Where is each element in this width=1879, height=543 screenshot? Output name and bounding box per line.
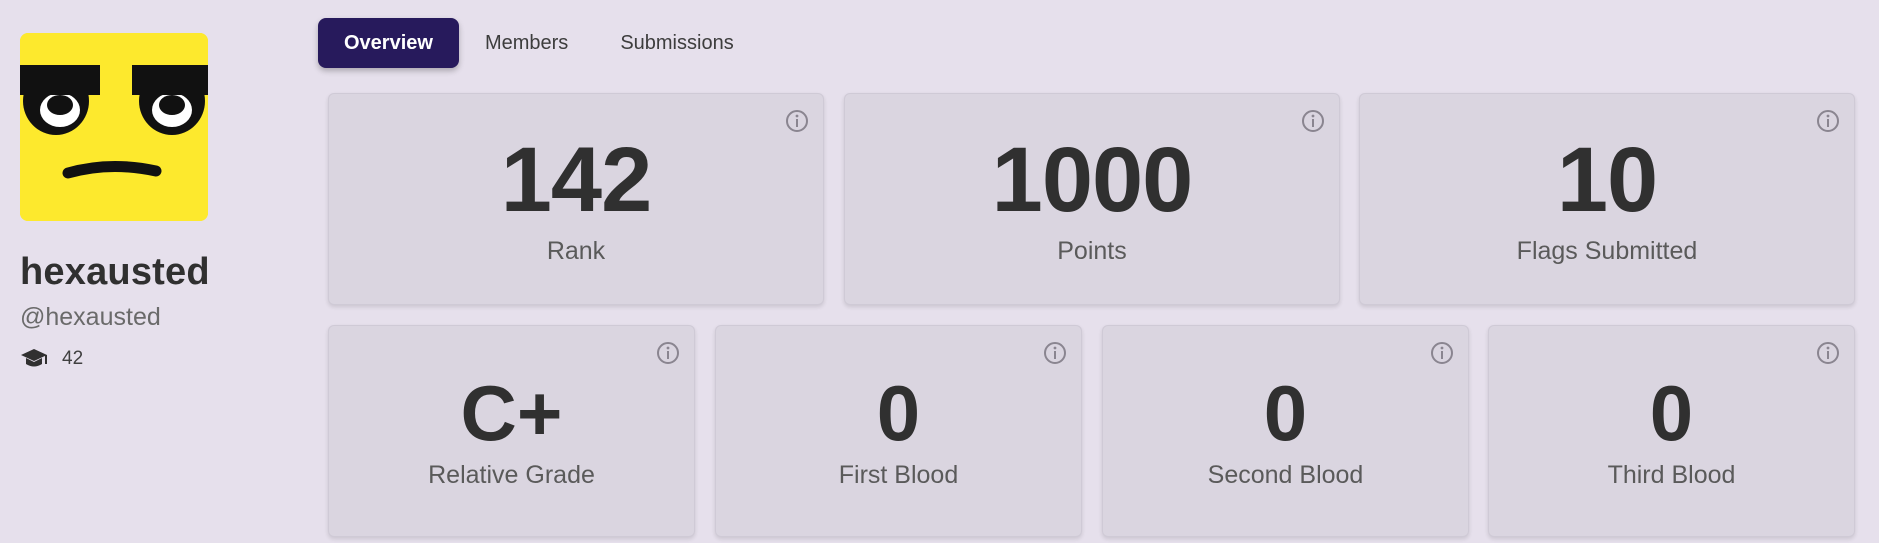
info-icon[interactable] xyxy=(1816,341,1840,365)
relative-grade-label: Relative Grade xyxy=(428,461,595,489)
profile-sidebar: hexausted @hexausted 42 xyxy=(20,33,300,370)
stat-card-rank: 142 Rank xyxy=(328,93,824,305)
second-blood-label: Second Blood xyxy=(1207,461,1364,489)
second-blood-value: 0 xyxy=(1263,369,1308,457)
tab-members[interactable]: Members xyxy=(459,18,594,68)
profile-tabs: Overview Members Submissions xyxy=(318,18,760,68)
info-icon[interactable] xyxy=(785,109,809,133)
unamused-face-icon xyxy=(20,33,208,221)
flags-submitted-value: 10 xyxy=(1556,129,1658,231)
points-value: 1000 xyxy=(991,129,1194,231)
tab-submissions[interactable]: Submissions xyxy=(594,18,759,68)
rank-label: Rank xyxy=(546,237,606,265)
relative-grade-value: C+ xyxy=(460,369,563,457)
team-name: hexausted xyxy=(20,251,210,293)
first-blood-value: 0 xyxy=(876,369,921,457)
first-blood-label: First Blood xyxy=(838,461,959,489)
info-icon[interactable] xyxy=(1043,341,1067,365)
stat-card-second-blood: 0 Second Blood xyxy=(1102,325,1469,537)
stat-card-points: 1000 Points xyxy=(844,93,1340,305)
rank-value: 142 xyxy=(500,129,653,231)
flags-submitted-label: Flags Submitted xyxy=(1516,237,1698,265)
info-icon[interactable] xyxy=(1301,109,1325,133)
stat-card-flags-submitted: 10 Flags Submitted xyxy=(1359,93,1855,305)
stat-card-relative-grade: C+ Relative Grade xyxy=(328,325,695,537)
team-avatar xyxy=(20,33,208,221)
member-count: 42 xyxy=(62,348,84,369)
info-icon[interactable] xyxy=(1816,109,1840,133)
stat-card-third-blood: 0 Third Blood xyxy=(1488,325,1855,537)
info-icon[interactable] xyxy=(656,341,680,365)
points-label: Points xyxy=(1057,237,1127,265)
graduation-cap-icon xyxy=(20,348,48,370)
member-count-row: 42 xyxy=(20,348,300,370)
third-blood-value: 0 xyxy=(1649,369,1694,457)
info-icon[interactable] xyxy=(1430,341,1454,365)
team-handle: @hexausted xyxy=(20,303,161,331)
team-profile-page: hexausted @hexausted 42 Overview Members… xyxy=(0,0,1879,543)
tab-overview[interactable]: Overview xyxy=(318,18,459,68)
stat-card-first-blood: 0 First Blood xyxy=(715,325,1082,537)
third-blood-label: Third Blood xyxy=(1607,461,1736,489)
